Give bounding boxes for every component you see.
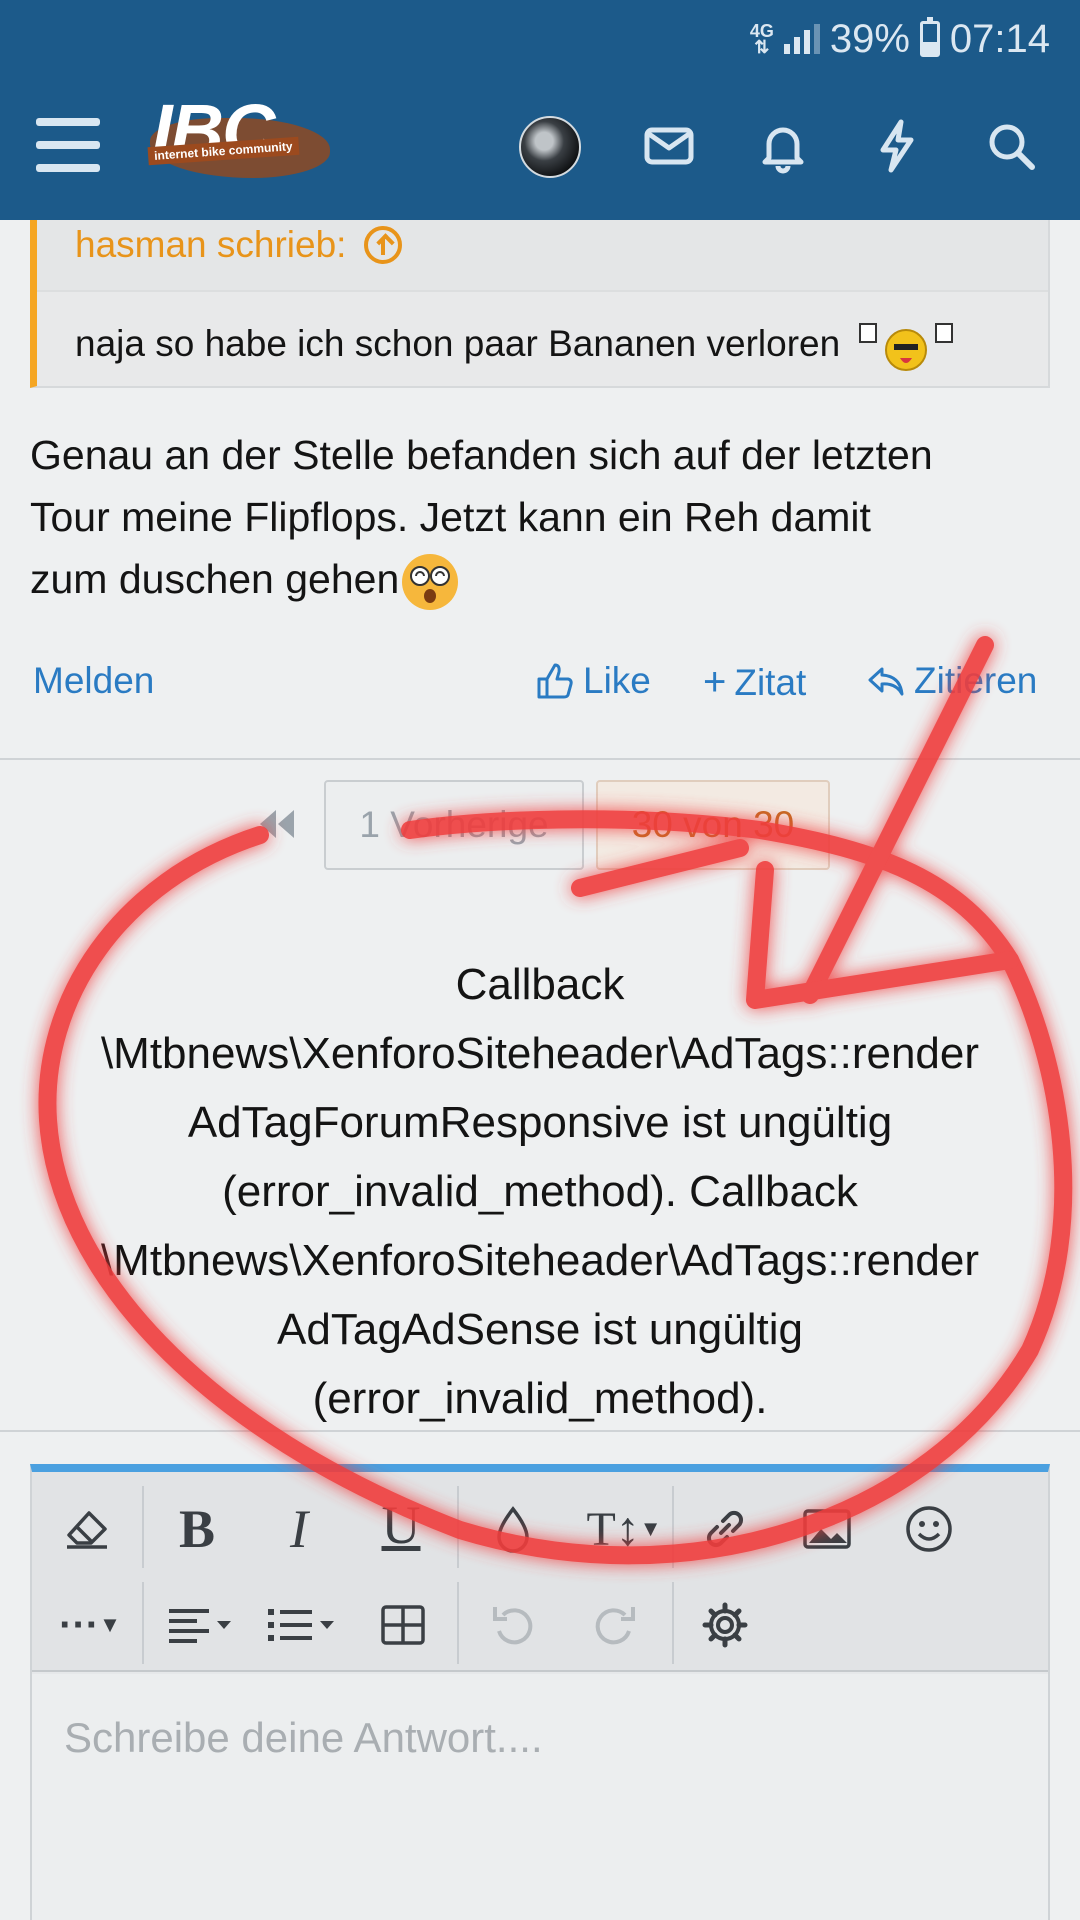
post-line: Genau an der Stelle befanden sich auf de… <box>30 432 933 478</box>
toolbar-separator <box>142 1582 144 1664</box>
like-button[interactable]: Like <box>535 660 651 702</box>
error-line: (error_invalid_method). <box>312 1374 768 1423</box>
clear-format-icon[interactable] <box>52 1494 122 1564</box>
quote-text: naja so habe ich schon paar Bananen verl… <box>75 316 958 376</box>
error-line: \Mtbnews\XenforoSiteheader\AdTags::rende… <box>100 1236 980 1285</box>
align-dropdown-icon[interactable] <box>158 1590 242 1660</box>
post-line-last: zum duschen gehen <box>30 548 1050 613</box>
error-line: \Mtbnews\XenforoSiteheader\AdTags::rende… <box>100 1029 980 1078</box>
thumbs-up-icon <box>537 663 573 699</box>
reply-editor: B I U T↕ ▼ ··· ▼ Schreibe deine Antwort.… <box>30 1464 1050 1920</box>
post-body: Genau an der Stelle befanden sich auf de… <box>30 424 1050 613</box>
post-actions: Melden Like + Zitat Zitieren <box>0 660 1080 720</box>
post-line: Tour meine Flipflops. Jetzt kann ein Reh… <box>30 494 871 540</box>
list-dropdown-icon[interactable] <box>260 1590 344 1660</box>
reply-quote-label: Zitieren <box>914 660 1038 701</box>
battery-icon <box>919 17 940 57</box>
search-icon[interactable] <box>983 118 1039 174</box>
bell-icon[interactable] <box>755 118 811 174</box>
quote-block: hasman schrieb: naja so habe ich schon p… <box>30 220 1050 388</box>
toolbar-separator <box>142 1486 144 1568</box>
site-logo[interactable]: IBC internet bike community <box>140 88 350 188</box>
toolbar-separator <box>457 1582 459 1664</box>
smiley-icon[interactable] <box>894 1494 964 1564</box>
divider <box>0 1430 1080 1432</box>
error-line: Callback <box>455 960 625 1009</box>
clock: 07:14 <box>949 16 1050 61</box>
previous-page-button[interactable]: 1 Vorherige <box>324 780 584 870</box>
toolbar-separator <box>672 1582 674 1664</box>
more-options-icon[interactable]: ··· ▼ <box>50 1590 130 1660</box>
bolt-icon[interactable] <box>869 118 925 174</box>
plus-icon: + <box>703 660 727 704</box>
redo-icon[interactable] <box>580 1590 650 1660</box>
text-size-dropdown-icon[interactable]: T↕ ▼ <box>574 1494 674 1564</box>
underline-icon[interactable]: U <box>366 1490 436 1560</box>
status-bar: 4G ⇅ 39% 07:14 <box>750 14 1050 64</box>
editor-toolbar: B I U T↕ ▼ ··· ▼ <box>32 1472 1048 1672</box>
color-drop-icon[interactable] <box>478 1494 548 1564</box>
quote-body: naja so habe ich schon paar Bananen verl… <box>37 290 1048 386</box>
multi-quote-button[interactable]: + Zitat <box>703 660 806 705</box>
italic-icon[interactable]: I <box>264 1494 334 1564</box>
report-link[interactable]: Melden <box>33 660 154 702</box>
quote-author[interactable]: hasman schrieb: <box>75 224 346 266</box>
avatar[interactable] <box>519 116 581 178</box>
like-label: Like <box>583 660 651 701</box>
table-icon[interactable] <box>368 1590 438 1660</box>
gear-icon[interactable] <box>690 1590 760 1660</box>
page-indicator-button[interactable]: 30 von 30 <box>596 780 830 870</box>
first-page-icon[interactable] <box>254 806 298 842</box>
error-line: AdTagForumResponsive ist ungültig <box>187 1098 893 1147</box>
toolbar-separator <box>672 1486 674 1568</box>
bold-icon[interactable]: B <box>162 1494 232 1564</box>
reply-quote-button[interactable]: Zitieren <box>866 660 1037 702</box>
app-header: 4G ⇅ 39% 07:14 IBC internet bike communi… <box>0 0 1080 220</box>
mail-icon[interactable] <box>641 118 697 174</box>
reply-textarea[interactable]: Schreibe deine Antwort.... <box>32 1674 1048 1920</box>
link-icon[interactable] <box>690 1494 760 1564</box>
toolbar-separator <box>457 1486 459 1568</box>
arrow-up-circle-icon[interactable] <box>364 226 403 264</box>
error-line: (error_invalid_method). Callback <box>222 1167 858 1216</box>
multi-quote-label: Zitat <box>734 661 807 703</box>
battery-percent: 39% <box>829 16 910 61</box>
reply-icon <box>868 667 904 696</box>
quote-attribution[interactable]: hasman schrieb: <box>75 224 403 266</box>
dizzy-face-emoji-icon <box>402 554 459 611</box>
undo-icon[interactable] <box>478 1590 548 1660</box>
divider <box>0 758 1080 760</box>
signal-icon <box>783 24 820 54</box>
hands-up-emoji-icon <box>859 323 954 371</box>
menu-icon[interactable] <box>36 118 100 172</box>
image-icon[interactable] <box>792 1494 862 1564</box>
error-line: AdTagAdSense ist ungültig <box>277 1305 803 1354</box>
reply-placeholder: Schreibe deine Antwort.... <box>64 1714 543 1761</box>
network-indicator: 4G ⇅ <box>749 21 774 57</box>
error-message: Callback \Mtbnews\XenforoSiteheader\AdTa… <box>0 950 1080 1433</box>
